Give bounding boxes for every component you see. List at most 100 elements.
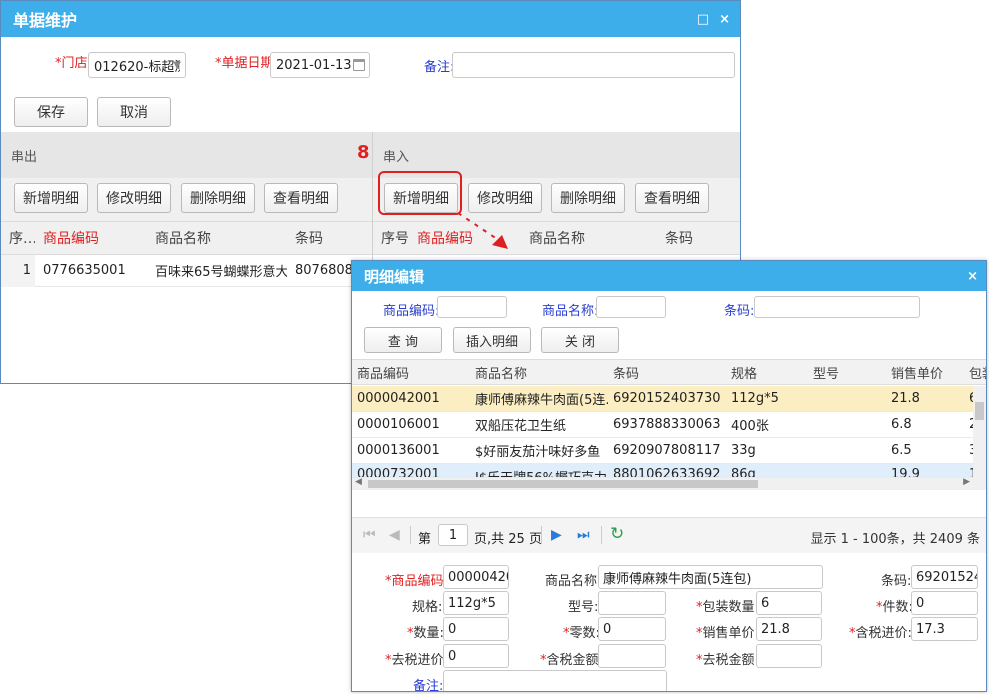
table-row[interactable]: 0000106001 双船压花卫生纸 6937888330063 400张 6.… — [352, 412, 973, 438]
in-delete-detail-button[interactable]: 删除明细 — [551, 183, 625, 213]
first-page-icon[interactable]: ⏮ — [363, 527, 376, 543]
notax-amount-field[interactable] — [756, 644, 822, 668]
qty-field[interactable]: 0 — [443, 617, 509, 641]
calendar-icon[interactable] — [353, 59, 365, 71]
row-spec: 112g*5 — [731, 391, 779, 406]
notax-in-price-field[interactable]: 0 — [443, 644, 509, 668]
row-code: 0000136001 — [357, 443, 440, 458]
row-code: 0000042001 — [357, 391, 440, 406]
save-button[interactable]: 保存 — [14, 97, 88, 127]
row-code: 0776635001 — [43, 263, 126, 278]
row-price: 6.5 — [891, 443, 912, 458]
horizontal-scrollbar[interactable]: ◀ ▶ — [352, 477, 973, 490]
search-barcode-input[interactable] — [754, 296, 920, 318]
page-suffix: 页,共 25 页 — [474, 532, 542, 547]
out-grid-header: 序号 商品编码 商品名称 条码 — [1, 221, 372, 255]
barcode-field[interactable]: 69201524( — [911, 565, 978, 589]
maximize-icon[interactable]: □ — [697, 12, 709, 27]
col-model[interactable]: 型号 — [808, 363, 886, 382]
close-dialog-button[interactable]: 关 闭 — [541, 327, 619, 353]
row-seq: 1 — [1, 254, 35, 287]
col-code[interactable]: 商品编码 — [35, 228, 147, 248]
detail-note-field[interactable] — [443, 670, 667, 691]
out-delete-detail-button[interactable]: 删除明细 — [181, 183, 255, 213]
row-name: $好丽友茄汁味好多鱼 — [475, 445, 601, 460]
insert-detail-button[interactable]: 插入明细 — [453, 327, 531, 353]
cancel-button[interactable]: 取消 — [97, 97, 171, 127]
sale-price-field[interactable]: 21.8 — [756, 617, 822, 641]
out-edit-detail-button[interactable]: 修改明细 — [97, 183, 171, 213]
search-code-label: 商品编码: — [383, 304, 440, 319]
loose-field[interactable]: 0 — [598, 617, 666, 641]
table-row[interactable]: 0000042001 康师傅麻辣牛肉面(5连... 6920152403730 … — [352, 386, 973, 412]
row-pack: 3 — [964, 443, 973, 458]
date-field[interactable]: 2021-01-13 — [270, 52, 370, 78]
vertical-scrollbar[interactable] — [973, 386, 986, 490]
in-view-detail-button[interactable]: 查看明细 — [635, 183, 709, 213]
tax-amount-field[interactable] — [598, 644, 666, 668]
search-name-label: 商品名称: — [542, 304, 599, 319]
page-number-input[interactable]: 1 — [438, 524, 468, 546]
row-pack: 6 — [964, 391, 973, 406]
tax-in-price-label: *含税进价: — [849, 626, 912, 641]
out-add-detail-button[interactable]: 新增明细 — [14, 183, 88, 213]
col-spec[interactable]: 规格 — [726, 363, 808, 382]
table-row[interactable]: 0000732001 J$乐天牌56%蠾巧克力 8801062633692 86… — [352, 464, 973, 478]
query-button[interactable]: 查 询 — [364, 327, 442, 353]
col-code[interactable]: 商品编码 — [352, 363, 470, 382]
col-seq[interactable]: 序号 — [1, 228, 35, 248]
col-barcode[interactable]: 条码 — [287, 228, 372, 248]
out-view-detail-button[interactable]: 查看明细 — [264, 183, 338, 213]
search-code-input[interactable] — [437, 296, 507, 318]
note-input[interactable] — [452, 52, 735, 78]
row-barcode: 6920907808117 — [613, 443, 721, 458]
col-seq[interactable]: 序号 — [373, 228, 409, 248]
last-page-icon[interactable]: ⏭ — [577, 527, 590, 543]
spec-field[interactable]: 112g*5 — [443, 591, 509, 615]
col-name[interactable]: 商品名称 — [470, 363, 608, 382]
row-name: J$乐天牌56%蠾巧克力 — [470, 467, 608, 477]
row-code: 0000106001 — [357, 417, 440, 432]
table-row[interactable]: 0000136001 $好丽友茄汁味好多鱼 6920907808117 33g … — [352, 438, 973, 464]
pager-separator — [601, 526, 602, 544]
horizontal-scrollbar-thumb[interactable] — [368, 480, 758, 488]
spec-label: 规格: — [412, 600, 443, 615]
code-value: 000004200 — [448, 569, 508, 585]
pager-separator — [541, 526, 542, 544]
row-name: 康师傅麻辣牛肉面(5连... — [475, 393, 608, 408]
col-barcode[interactable]: 条码 — [608, 363, 726, 382]
name-field[interactable]: 康师傅麻辣牛肉面(5连包) — [598, 565, 823, 589]
prev-page-icon[interactable]: ◀ — [389, 527, 400, 543]
col-name[interactable]: 商品名称 — [147, 228, 287, 248]
vertical-scrollbar-thumb[interactable] — [975, 402, 984, 420]
model-field[interactable] — [598, 591, 666, 615]
col-pack[interactable]: 包装 — [964, 363, 986, 382]
date-value: 2021-01-13 — [276, 57, 352, 73]
out-toolbar: 新增明细 修改明细 删除明细 查看明细 — [1, 178, 372, 222]
spec-value: 112g*5 — [448, 595, 496, 611]
model-label: 型号: — [568, 600, 599, 615]
detail-note-label: 备注: — [413, 679, 444, 692]
pack-qty-field[interactable]: 6 — [756, 591, 822, 615]
refresh-icon[interactable]: ↻ — [610, 524, 624, 544]
date-label: *单据日期: — [215, 56, 278, 71]
pieces-field[interactable]: 0 — [911, 591, 978, 615]
row-code: 0000732001 — [357, 467, 440, 478]
code-field[interactable]: 000004200 — [443, 565, 509, 589]
dialog-title: 明细编辑 — [364, 267, 425, 286]
col-name[interactable]: 商品名称 — [521, 228, 657, 248]
table-row[interactable]: 1 0776635001 百味来65号蝴蝶形意大... 8076808060 — [1, 254, 372, 287]
store-select[interactable]: 012620-标超测 ▼ — [88, 52, 186, 78]
scroll-left-icon[interactable]: ◀ — [355, 477, 362, 487]
search-name-input[interactable] — [596, 296, 666, 318]
dialog-close-icon[interactable]: × — [967, 269, 978, 284]
scroll-right-icon[interactable]: ▶ — [963, 477, 970, 487]
col-barcode[interactable]: 条码 — [657, 228, 740, 248]
tax-in-price-field[interactable]: 17.3 — [911, 617, 978, 641]
close-icon[interactable]: × — [719, 12, 730, 27]
page-prefix: 第 — [418, 532, 432, 547]
next-page-icon[interactable]: ▶ — [551, 527, 562, 543]
qty-label: *数量: — [407, 626, 444, 641]
col-price[interactable]: 销售单价 — [886, 363, 964, 382]
sale-price-label: *销售单价: — [696, 626, 759, 641]
